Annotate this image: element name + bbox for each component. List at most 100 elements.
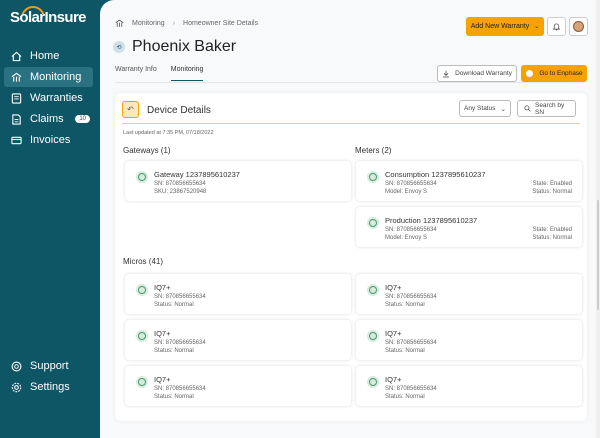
check-circle-icon	[136, 284, 148, 296]
monitoring-icon	[11, 72, 22, 83]
check-circle-icon	[136, 376, 148, 388]
check-circle-icon	[367, 284, 379, 296]
meters-section-title: Meters (2)	[355, 146, 392, 155]
device-sn: SN: 870856655634	[385, 294, 437, 300]
avatar	[573, 21, 584, 32]
invoices-icon	[11, 135, 22, 146]
check-circle-icon	[136, 171, 148, 183]
check-circle-icon	[367, 330, 379, 342]
search-input[interactable]: Search by SN	[517, 100, 576, 117]
scrollbar-thumb[interactable]	[597, 200, 599, 310]
last-updated-text: Last updated at 7:35 PM, 07/18/2022	[123, 130, 214, 136]
micro-card[interactable]: IQ7+ SN: 870856655634 Status: Normal	[356, 320, 582, 360]
warranties-icon	[11, 92, 22, 104]
sidebar-item-label: Support	[30, 360, 69, 372]
download-icon	[443, 70, 450, 77]
check-circle-icon	[367, 376, 379, 388]
card-divider	[122, 123, 580, 124]
breadcrumb-site-details: Homeowner Site Details	[183, 20, 259, 27]
micro-card[interactable]: IQ7+ SN: 870856655634 Status: Normal	[125, 366, 351, 406]
breadcrumb: Monitoring › Homeowner Site Details	[115, 19, 258, 28]
sidebar-item-label: Monitoring	[30, 71, 82, 83]
logo[interactable]: SolarInsure	[10, 6, 87, 26]
breadcrumb-monitoring[interactable]: Monitoring	[132, 20, 165, 27]
device-name: Gateway 1237895610237	[154, 170, 240, 179]
search-placeholder: Search by SN	[534, 101, 565, 116]
sidebar-item-label: Settings	[30, 381, 70, 393]
sidebar-item-warranties[interactable]: Warranties	[4, 88, 93, 108]
device-sn: SN: 870856655634	[385, 386, 437, 392]
device-status: Status: Normal	[154, 348, 194, 354]
notifications-button[interactable]	[547, 17, 566, 36]
device-name: IQ7+	[154, 329, 171, 338]
download-warranty-button[interactable]: Download Warranty	[437, 65, 517, 82]
download-warranty-label: Download Warranty	[455, 70, 512, 77]
support-icon	[11, 361, 22, 372]
micro-card[interactable]: IQ7+ SN: 870856655634 Status: Normal	[356, 274, 582, 314]
sidebar-item-label: Claims	[30, 113, 64, 125]
device-sn: SN: 870856655634	[385, 181, 437, 187]
back-arrow-icon: ↶	[127, 105, 134, 114]
chevron-down-icon: ⌄	[534, 24, 540, 30]
check-circle-icon	[136, 330, 148, 342]
sidebar: SolarInsure Home Monitoring Warranties C…	[0, 0, 100, 438]
device-status: Status: Normal	[532, 189, 572, 195]
page-title: Phoenix Baker	[132, 38, 237, 55]
bell-icon	[552, 23, 561, 31]
check-circle-icon	[367, 171, 379, 183]
sidebar-item-settings[interactable]: Settings	[4, 377, 93, 397]
device-status: Status: Normal	[154, 394, 194, 400]
device-sn: SN: 870856655634	[385, 340, 437, 346]
device-sn: SN: 870856655634	[385, 227, 437, 233]
device-status: Status: Normal	[385, 302, 425, 308]
gateway-card[interactable]: Gateway 1237895610237 SN: 870856655634 S…	[125, 161, 351, 201]
add-new-warranty-button[interactable]: Add New Warranty ⌄	[466, 17, 544, 36]
scrollbar[interactable]	[596, 0, 600, 438]
micro-card[interactable]: IQ7+ SN: 870856655634 Status: Normal	[125, 274, 351, 314]
device-sku: SKU: 23867520948	[154, 189, 207, 195]
sidebar-item-claims[interactable]: Claims 10	[4, 109, 93, 129]
device-name: IQ7+	[385, 283, 402, 292]
tabs-divider	[115, 82, 585, 83]
sidebar-item-home[interactable]: Home	[4, 46, 93, 66]
device-status: Status: Normal	[385, 394, 425, 400]
device-details-title: Device Details	[147, 105, 211, 116]
sun-icon	[16, 4, 46, 14]
device-details-card: ↶ Device Details Any Status ⌄ Search by …	[115, 93, 587, 421]
sidebar-item-label: Home	[30, 50, 60, 62]
sidebar-item-label: Warranties	[30, 92, 83, 104]
meter-card[interactable]: Consumption 1237895610237 SN: 8708566556…	[356, 161, 582, 201]
sidebar-item-monitoring[interactable]: Monitoring	[4, 67, 93, 87]
meter-card[interactable]: Production 1237895610237 SN: 87085665563…	[356, 207, 582, 247]
device-name: Production 1237895610237	[385, 216, 478, 225]
device-state: State: Enabled	[532, 227, 572, 233]
go-to-enphase-label: Go to Enphase	[539, 70, 583, 77]
check-circle-icon	[367, 217, 379, 229]
add-new-warranty-label: Add New Warranty	[470, 23, 530, 30]
chevron-right-icon: ›	[172, 20, 176, 27]
gateways-section-title: Gateways (1)	[123, 146, 171, 155]
gear-icon	[11, 382, 22, 393]
home-icon	[11, 51, 22, 62]
micro-card[interactable]: IQ7+ SN: 870856655634 Status: Normal	[356, 366, 582, 406]
go-to-enphase-button[interactable]: Go to Enphase	[521, 65, 587, 82]
device-name: IQ7+	[385, 329, 402, 338]
tab-warranty-info[interactable]: Warranty Info	[115, 66, 157, 81]
enphase-icon	[525, 69, 535, 78]
status-filter-select[interactable]: Any Status ⌄	[459, 100, 511, 117]
user-avatar-button[interactable]	[569, 17, 588, 36]
sidebar-item-invoices[interactable]: Invoices	[4, 130, 93, 150]
device-sn: SN: 870856655634	[154, 386, 206, 392]
main-content: Monitoring › Homeowner Site Details Add …	[100, 0, 600, 438]
device-name: IQ7+	[385, 375, 402, 384]
search-icon	[524, 105, 531, 112]
device-name: Consumption 1237895610237	[385, 170, 486, 179]
tab-monitoring[interactable]: Monitoring	[170, 66, 204, 81]
claims-count-badge: 10	[75, 115, 90, 123]
site-icon: ⟲	[113, 41, 125, 53]
sidebar-item-support[interactable]: Support	[4, 356, 93, 376]
monitoring-breadcrumb-icon	[115, 19, 124, 27]
micros-section-title: Micros (41)	[123, 257, 164, 266]
micro-card[interactable]: IQ7+ SN: 870856655634 Status: Normal	[125, 320, 351, 360]
back-button[interactable]: ↶	[122, 101, 139, 118]
